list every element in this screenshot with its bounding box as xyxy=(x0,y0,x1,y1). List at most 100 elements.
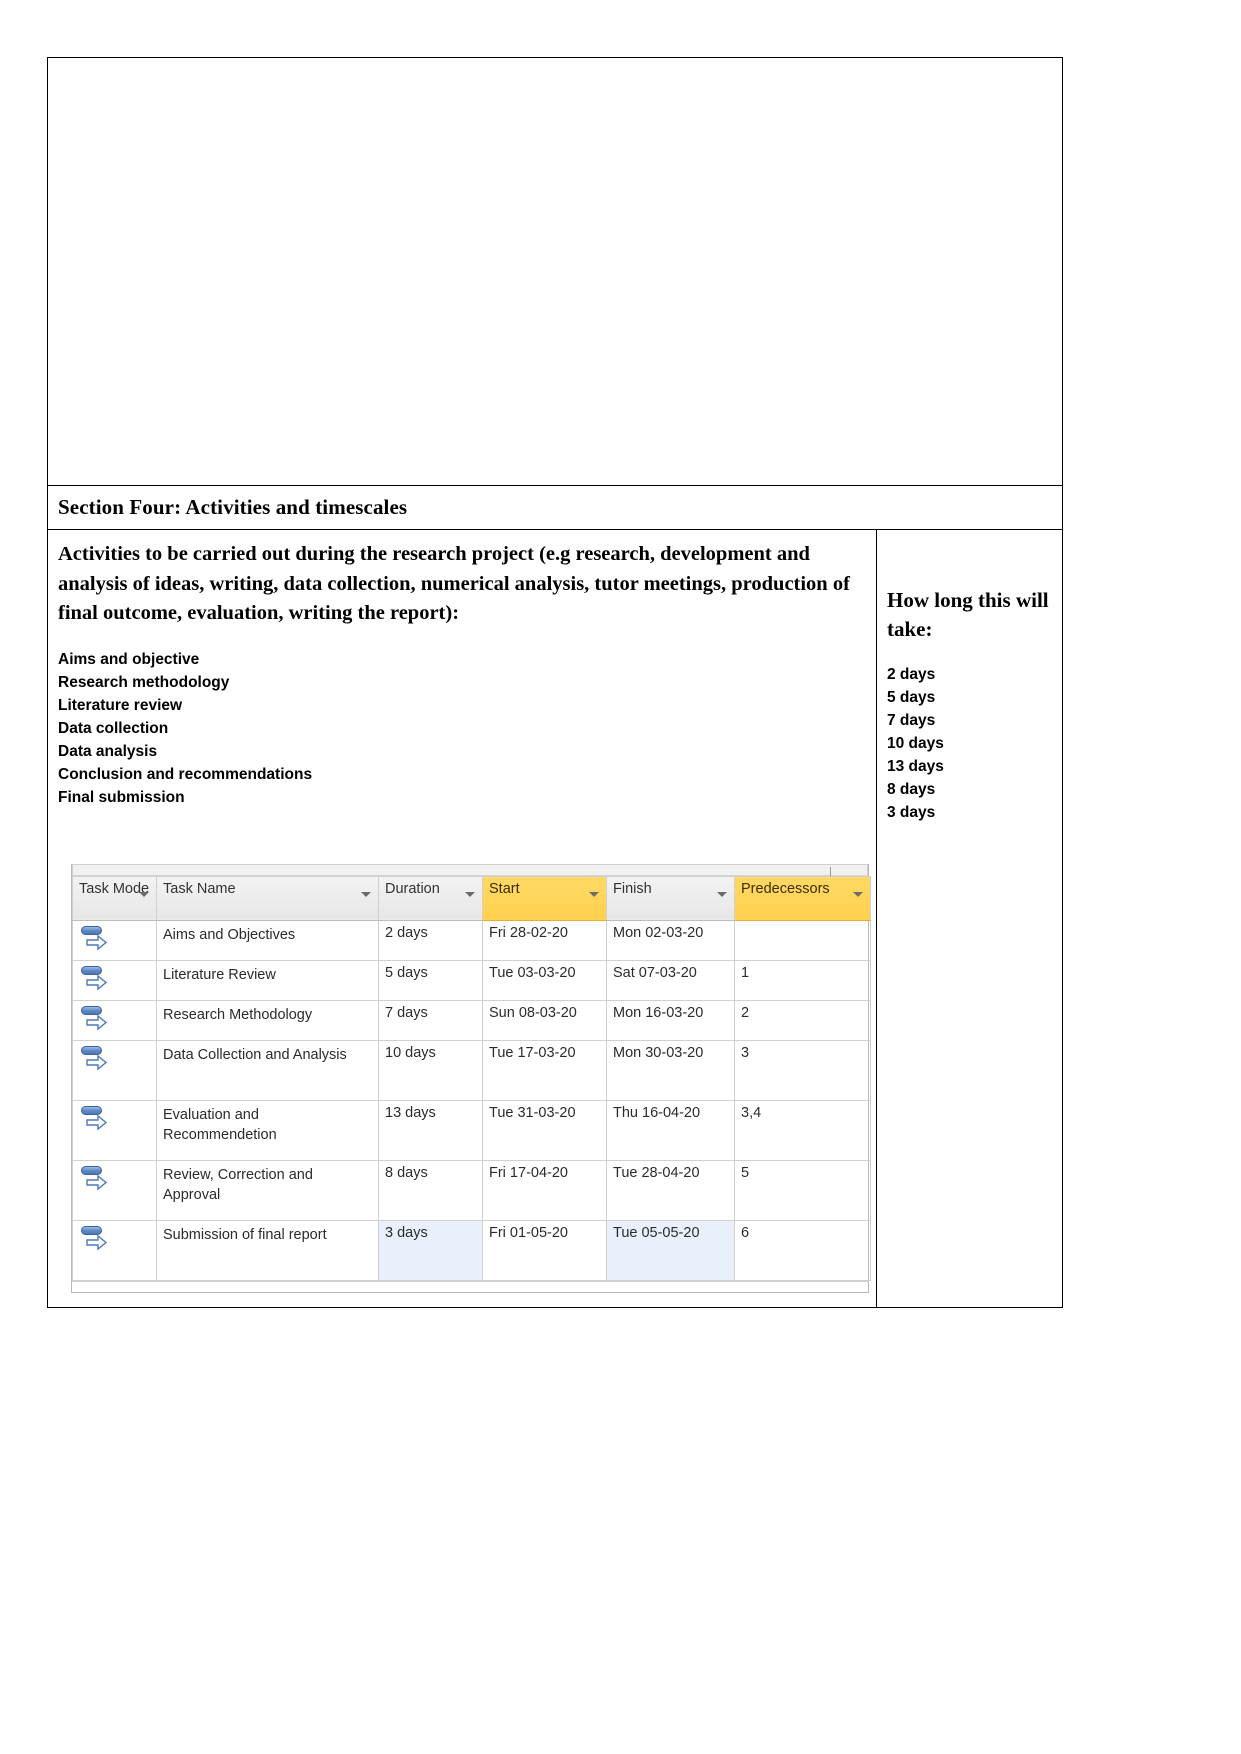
cell-finish[interactable]: Mon 30-03-20 xyxy=(606,1039,735,1101)
cell-start[interactable]: Tue 31-03-20 xyxy=(482,1099,607,1161)
cell-start[interactable]: Fri 01-05-20 xyxy=(482,1219,607,1281)
column-header-label: Start xyxy=(489,880,520,897)
table-row[interactable]: Submission of final report 3 days Fri 01… xyxy=(72,1219,871,1281)
chevron-down-icon[interactable] xyxy=(465,891,475,897)
page-title: Section Four: Activities and timescales xyxy=(58,495,408,519)
column-header-task-name[interactable]: Task Name xyxy=(156,875,379,921)
cell-predecessors[interactable]: 3 xyxy=(734,1039,871,1101)
column-header-predecessors[interactable]: Predecessors xyxy=(734,875,871,921)
cell-finish[interactable]: Mon 16-03-20 xyxy=(606,999,735,1041)
auto-scheduled-icon xyxy=(79,1105,113,1135)
cell-finish[interactable]: Sat 07-03-20 xyxy=(606,959,735,1001)
cell-task-mode[interactable] xyxy=(72,999,157,1041)
auto-scheduled-icon xyxy=(79,1005,113,1035)
grid-top-strip xyxy=(72,863,868,876)
table-row[interactable]: Aims and Objectives 2 days Fri 28-02-20 … xyxy=(72,919,871,961)
cell-predecessors[interactable]: 3,4 xyxy=(734,1099,871,1161)
cell-task-name[interactable]: Data Collection and Analysis xyxy=(156,1039,379,1101)
list-item: Research methodology xyxy=(58,674,230,692)
grid-bottom-strip xyxy=(72,1280,868,1292)
column-header-label: Predecessors xyxy=(741,880,830,897)
table-row[interactable]: Evaluation and Recommendetion 13 days Tu… xyxy=(72,1099,871,1161)
column-header-duration[interactable]: Duration xyxy=(378,875,483,921)
duration-column-title: How long this will take: xyxy=(887,588,1049,641)
cell-task-name[interactable]: Aims and Objectives xyxy=(156,919,379,961)
auto-scheduled-icon xyxy=(79,925,113,955)
table-row[interactable]: Research Methodology 7 days Sun 08-03-20… xyxy=(72,999,871,1041)
cell-task-mode[interactable] xyxy=(72,919,157,961)
cell-task-name[interactable]: Evaluation and Recommendetion xyxy=(156,1099,379,1161)
section-heading-row: Section Four: Activities and timescales xyxy=(48,486,1062,530)
cell-duration[interactable]: 13 days xyxy=(378,1099,483,1161)
cell-finish[interactable]: Tue 05-05-20 xyxy=(606,1219,735,1281)
cell-task-mode[interactable] xyxy=(72,1099,157,1161)
cell-task-mode[interactable] xyxy=(72,959,157,1001)
list-item: 2 days xyxy=(887,665,936,683)
auto-scheduled-icon xyxy=(79,965,113,995)
cell-duration[interactable]: 3 days xyxy=(378,1219,483,1281)
auto-scheduled-icon xyxy=(79,1045,113,1075)
auto-scheduled-icon xyxy=(79,1165,113,1195)
list-item: 13 days xyxy=(887,757,944,775)
cell-start[interactable]: Tue 17-03-20 xyxy=(482,1039,607,1101)
table-row[interactable]: Data Collection and Analysis 10 days Tue… xyxy=(72,1039,871,1101)
cell-task-name[interactable]: Research Methodology xyxy=(156,999,379,1041)
chevron-down-icon[interactable] xyxy=(717,891,727,897)
duration-column: How long this will take: 2 days 5 days 7… xyxy=(877,530,1062,1307)
table-row[interactable]: Literature Review 5 days Tue 03-03-20 Sa… xyxy=(72,959,871,1001)
cell-duration[interactable]: 7 days xyxy=(378,999,483,1041)
list-item: Literature review xyxy=(58,697,183,715)
cell-predecessors[interactable]: 6 xyxy=(734,1219,871,1281)
grid-tick-mark xyxy=(830,866,831,876)
table-header-row: Task Mode Task Name Duration Start Finis… xyxy=(72,875,871,921)
list-item: Data analysis xyxy=(58,742,158,760)
cell-finish[interactable]: Thu 16-04-20 xyxy=(606,1099,735,1161)
task-table: Task Mode Task Name Duration Start Finis… xyxy=(72,875,871,1281)
cell-duration[interactable]: 10 days xyxy=(378,1039,483,1101)
blank-upper-cell xyxy=(48,58,1062,486)
column-header-label: Duration xyxy=(385,880,440,897)
list-item: Data collection xyxy=(58,719,169,737)
cell-finish[interactable]: Tue 28-04-20 xyxy=(606,1159,735,1221)
cell-duration[interactable]: 5 days xyxy=(378,959,483,1001)
auto-scheduled-icon xyxy=(79,1225,113,1255)
list-item: 7 days xyxy=(887,711,936,729)
cell-task-mode[interactable] xyxy=(72,1159,157,1221)
cell-task-name[interactable]: Review, Correction and Approval xyxy=(156,1159,379,1221)
chevron-down-icon[interactable] xyxy=(361,891,371,897)
column-header-label: Task Name xyxy=(163,880,236,897)
chevron-down-icon[interactable] xyxy=(853,891,863,897)
cell-task-name[interactable]: Literature Review xyxy=(156,959,379,1001)
list-item: 5 days xyxy=(887,688,936,706)
cell-predecessors[interactable]: 2 xyxy=(734,999,871,1041)
column-header-task-mode[interactable]: Task Mode xyxy=(72,875,157,921)
list-item: Final submission xyxy=(58,788,185,806)
cell-start[interactable]: Fri 17-04-20 xyxy=(482,1159,607,1221)
column-header-finish[interactable]: Finish xyxy=(606,875,735,921)
activities-column: Activities to be carried out during the … xyxy=(48,530,877,1307)
column-header-start[interactable]: Start xyxy=(482,875,607,921)
table-row[interactable]: Review, Correction and Approval 8 days F… xyxy=(72,1159,871,1221)
cell-duration[interactable]: 8 days xyxy=(378,1159,483,1221)
cell-predecessors[interactable]: 1 xyxy=(734,959,871,1001)
cell-task-name[interactable]: Submission of final report xyxy=(156,1219,379,1281)
chevron-down-icon[interactable] xyxy=(589,891,599,897)
cell-predecessors[interactable]: 5 xyxy=(734,1159,871,1221)
cell-predecessors[interactable] xyxy=(734,919,871,961)
list-item: 8 days xyxy=(887,780,936,798)
ms-project-table: Task Mode Task Name Duration Start Finis… xyxy=(71,863,871,1293)
cell-task-mode[interactable] xyxy=(72,1219,157,1281)
activities-prompt: Activities to be carried out during the … xyxy=(58,543,850,625)
cell-finish[interactable]: Mon 02-03-20 xyxy=(606,919,735,961)
list-item: Conclusion and recommendations xyxy=(58,765,313,783)
cell-task-mode[interactable] xyxy=(72,1039,157,1101)
cell-start[interactable]: Sun 08-03-20 xyxy=(482,999,607,1041)
chevron-down-icon[interactable] xyxy=(139,891,149,897)
cell-duration[interactable]: 2 days xyxy=(378,919,483,961)
duration-list: 2 days 5 days 7 days 10 days 13 days 8 d… xyxy=(887,664,1052,825)
task-table-body: Aims and Objectives 2 days Fri 28-02-20 … xyxy=(72,919,871,1281)
cell-start[interactable]: Fri 28-02-20 xyxy=(482,919,607,961)
list-item: Aims and objective xyxy=(58,651,200,669)
list-item: 3 days xyxy=(887,803,936,821)
cell-start[interactable]: Tue 03-03-20 xyxy=(482,959,607,1001)
